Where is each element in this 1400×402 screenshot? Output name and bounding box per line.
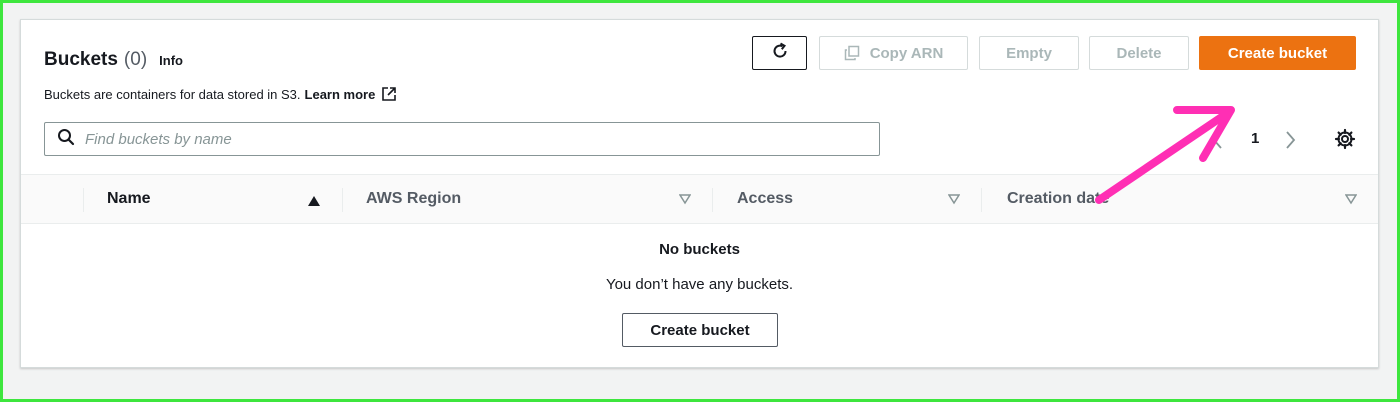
create-bucket-empty-button[interactable]: Create bucket	[622, 313, 778, 347]
info-link[interactable]: Info	[159, 53, 183, 68]
sort-icon[interactable]	[1344, 192, 1358, 210]
search-input[interactable]	[85, 130, 865, 148]
gear-icon[interactable]	[1334, 128, 1356, 155]
column-header-access[interactable]: Access	[737, 175, 793, 223]
create-bucket-button[interactable]: Create bucket	[1199, 36, 1356, 70]
column-separator	[83, 188, 84, 212]
annotation-arrow	[1091, 100, 1241, 215]
search-icon	[57, 128, 75, 151]
description-text: Buckets are containers for data stored i…	[44, 86, 301, 102]
current-page-number[interactable]: 1	[1251, 130, 1259, 147]
copy-icon	[844, 45, 860, 61]
empty-state-message: You don’t have any buckets.	[605, 276, 794, 293]
header-title-row: Buckets (0) Info	[44, 49, 183, 71]
empty-state-title: No buckets	[659, 241, 740, 258]
sort-ascending-icon[interactable]	[308, 193, 320, 211]
refresh-icon	[770, 41, 790, 65]
delete-button[interactable]: Delete	[1089, 36, 1189, 70]
copy-arn-label: Copy ARN	[869, 44, 944, 62]
sort-icon[interactable]	[678, 192, 692, 210]
column-header-name[interactable]: Name	[107, 175, 151, 223]
copy-arn-button[interactable]: Copy ARN	[819, 36, 968, 70]
empty-button[interactable]: Empty	[979, 36, 1079, 70]
column-separator[interactable]	[712, 188, 713, 212]
column-separator[interactable]	[981, 188, 982, 212]
column-header-aws-region[interactable]: AWS Region	[366, 175, 461, 223]
column-separator[interactable]	[342, 188, 343, 212]
sort-icon[interactable]	[947, 192, 961, 210]
refresh-button[interactable]	[752, 36, 807, 70]
buckets-panel: Buckets (0) Info Buckets are containers …	[20, 19, 1379, 368]
header-description: Buckets are containers for data stored i…	[44, 86, 397, 102]
external-link-icon[interactable]	[381, 86, 397, 102]
chevron-right-icon[interactable]	[1283, 129, 1297, 156]
page-title: Buckets	[44, 49, 118, 70]
bucket-count: (0)	[123, 49, 148, 70]
learn-more-link[interactable]: Learn more	[305, 87, 376, 102]
search-box[interactable]	[44, 122, 880, 156]
